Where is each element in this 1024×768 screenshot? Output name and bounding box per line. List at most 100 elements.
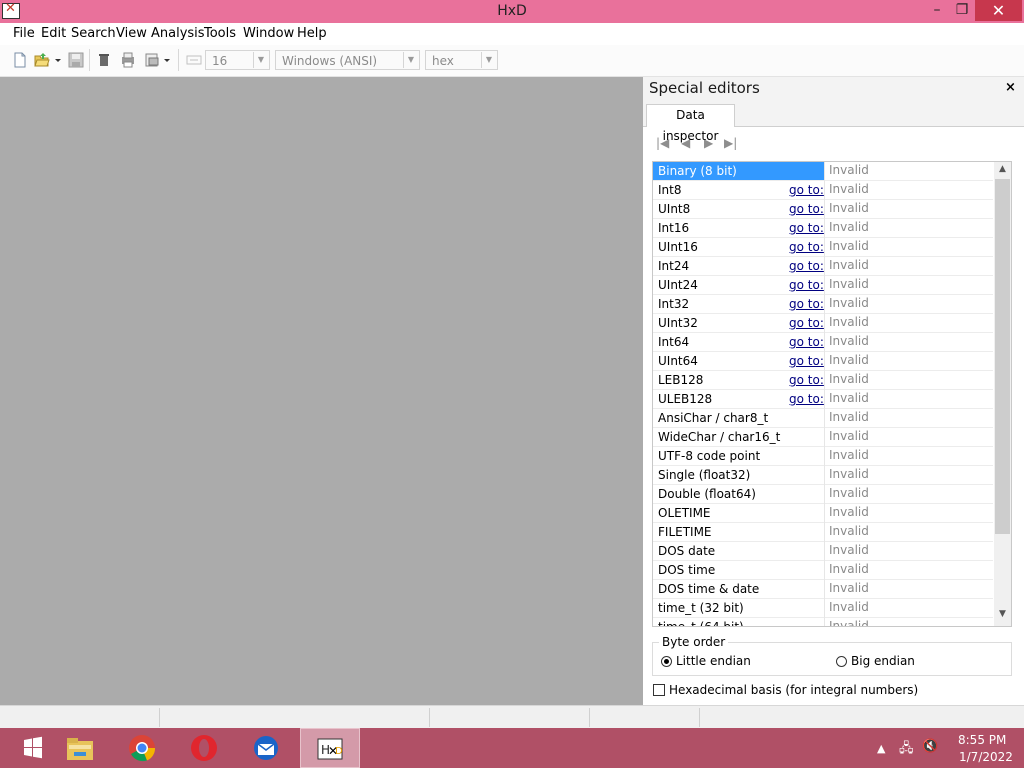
table-row[interactable]: UInt32 go to: Invalid <box>653 314 993 333</box>
table-row[interactable]: AnsiChar / char8_t Invalid <box>653 409 993 428</box>
offset-base-select[interactable]: hex ▼ <box>425 50 498 70</box>
row-value[interactable]: Invalid <box>824 333 993 352</box>
clock-time[interactable]: 8:55 PM <box>958 733 1006 747</box>
panel-close-icon[interactable]: × <box>1005 80 1016 95</box>
row-value[interactable]: Invalid <box>824 257 993 276</box>
clock-date[interactable]: 1/7/2022 <box>959 750 1013 764</box>
restore-button[interactable]: ❐ <box>948 0 976 21</box>
editor-area[interactable] <box>0 77 641 705</box>
new-file-icon[interactable] <box>12 52 28 68</box>
table-row[interactable]: LEB128 go to: Invalid <box>653 371 993 390</box>
table-row[interactable]: DOS date Invalid <box>653 542 993 561</box>
hex-basis-checkbox[interactable] <box>653 684 665 696</box>
menu-file[interactable]: File <box>13 26 35 41</box>
file-explorer-icon[interactable] <box>51 728 111 768</box>
table-row[interactable]: OLETIME Invalid <box>653 504 993 523</box>
row-value[interactable]: Invalid <box>824 618 993 626</box>
table-row[interactable]: UTF-8 code point Invalid <box>653 447 993 466</box>
volume-muted-icon[interactable]: 🔇 <box>922 739 938 754</box>
table-row[interactable]: UInt8 go to: Invalid <box>653 200 993 219</box>
go-to-link[interactable]: go to: <box>789 297 824 311</box>
dropdown-arrow-icon[interactable] <box>54 52 62 68</box>
network-icon[interactable]: 🖧 <box>899 739 914 761</box>
table-row[interactable]: time_t (64 bit) Invalid <box>653 618 993 626</box>
row-value[interactable]: Invalid <box>824 200 993 219</box>
menu-edit[interactable]: Edit <box>41 26 66 41</box>
go-to-link[interactable]: go to: <box>789 392 824 406</box>
bytes-per-row-select[interactable]: 16 ▼ <box>205 50 270 70</box>
row-value[interactable]: Invalid <box>824 390 993 409</box>
table-row[interactable]: Int16 go to: Invalid <box>653 219 993 238</box>
go-to-link[interactable]: go to: <box>789 259 824 273</box>
row-value[interactable]: Invalid <box>824 428 993 447</box>
row-value[interactable]: Invalid <box>824 238 993 257</box>
menu-search[interactable]: Search <box>71 26 116 41</box>
row-value[interactable]: Invalid <box>824 466 993 485</box>
go-to-link[interactable]: go to: <box>789 354 824 368</box>
row-value[interactable]: Invalid <box>824 523 993 542</box>
go-to-link[interactable]: go to: <box>789 221 824 235</box>
last-icon[interactable]: ▶| <box>724 136 737 150</box>
menu-help[interactable]: Help <box>297 26 327 41</box>
close-button[interactable]: ✕ <box>975 0 1022 21</box>
big-endian-label[interactable]: Big endian <box>851 654 915 668</box>
go-to-link[interactable]: go to: <box>789 335 824 349</box>
show-hidden-icons-icon[interactable]: ▲ <box>877 742 885 755</box>
table-row[interactable]: Int24 go to: Invalid <box>653 257 993 276</box>
opera-icon[interactable] <box>175 728 235 768</box>
table-row[interactable]: ULEB128 go to: Invalid <box>653 390 993 409</box>
export-icon[interactable] <box>144 52 160 68</box>
scrollbar-thumb[interactable] <box>995 179 1010 534</box>
menu-view[interactable]: View <box>116 26 147 41</box>
row-value[interactable]: Invalid <box>824 580 993 599</box>
row-value[interactable]: Invalid <box>824 352 993 371</box>
little-endian-radio[interactable] <box>661 656 672 667</box>
row-value[interactable]: Invalid <box>824 599 993 618</box>
row-value[interactable]: Invalid <box>824 314 993 333</box>
minimize-button[interactable]: – <box>923 0 951 21</box>
row-value[interactable]: Invalid <box>824 542 993 561</box>
go-to-link[interactable]: go to: <box>789 240 824 254</box>
dropdown-arrow-icon[interactable] <box>163 52 171 68</box>
table-row[interactable]: Double (float64) Invalid <box>653 485 993 504</box>
table-row[interactable]: UInt24 go to: Invalid <box>653 276 993 295</box>
row-value[interactable]: Invalid <box>824 485 993 504</box>
big-endian-radio[interactable] <box>836 656 847 667</box>
row-value[interactable]: Invalid <box>824 409 993 428</box>
thunderbird-icon[interactable] <box>237 728 297 768</box>
table-row[interactable]: DOS time Invalid <box>653 561 993 580</box>
row-value[interactable]: Invalid <box>824 219 993 238</box>
go-to-link[interactable]: go to: <box>789 373 824 387</box>
charset-select[interactable]: Windows (ANSI) ▼ <box>275 50 420 70</box>
vertical-scrollbar[interactable]: ▲ ▼ <box>994 162 1011 626</box>
menu-analysis[interactable]: Analysis <box>151 26 205 41</box>
scroll-up-icon[interactable]: ▲ <box>994 164 1011 178</box>
row-value[interactable]: Invalid <box>824 371 993 390</box>
table-row[interactable]: Int32 go to: Invalid <box>653 295 993 314</box>
row-value[interactable]: Invalid <box>824 276 993 295</box>
row-value[interactable]: Invalid <box>824 504 993 523</box>
save-icon[interactable] <box>68 52 84 68</box>
menu-window[interactable]: Window <box>243 26 294 41</box>
go-to-link[interactable]: go to: <box>789 316 824 330</box>
hex-basis-label[interactable]: Hexadecimal basis (for integral numbers) <box>669 683 918 697</box>
row-value[interactable]: Invalid <box>824 162 993 181</box>
table-row[interactable]: Int64 go to: Invalid <box>653 333 993 352</box>
menu-tools[interactable]: Tools <box>204 26 236 41</box>
go-to-link[interactable]: go to: <box>789 183 824 197</box>
go-to-link[interactable]: go to: <box>789 202 824 216</box>
table-row[interactable]: WideChar / char16_t Invalid <box>653 428 993 447</box>
scroll-down-icon[interactable]: ▼ <box>994 609 1011 623</box>
go-to-link[interactable]: go to: <box>789 278 824 292</box>
hxd-icon[interactable]: H ✕ D <box>300 728 360 768</box>
tab-data-inspector[interactable]: Data inspector <box>646 104 735 143</box>
table-row[interactable]: Int8 go to: Invalid <box>653 181 993 200</box>
row-value[interactable]: Invalid <box>824 561 993 580</box>
print-icon[interactable] <box>120 52 136 68</box>
delete-icon[interactable] <box>96 52 112 68</box>
row-value[interactable]: Invalid <box>824 295 993 314</box>
row-value[interactable]: Invalid <box>824 447 993 466</box>
table-row[interactable]: DOS time & date Invalid <box>653 580 993 599</box>
table-row[interactable]: UInt64 go to: Invalid <box>653 352 993 371</box>
table-row[interactable]: UInt16 go to: Invalid <box>653 238 993 257</box>
